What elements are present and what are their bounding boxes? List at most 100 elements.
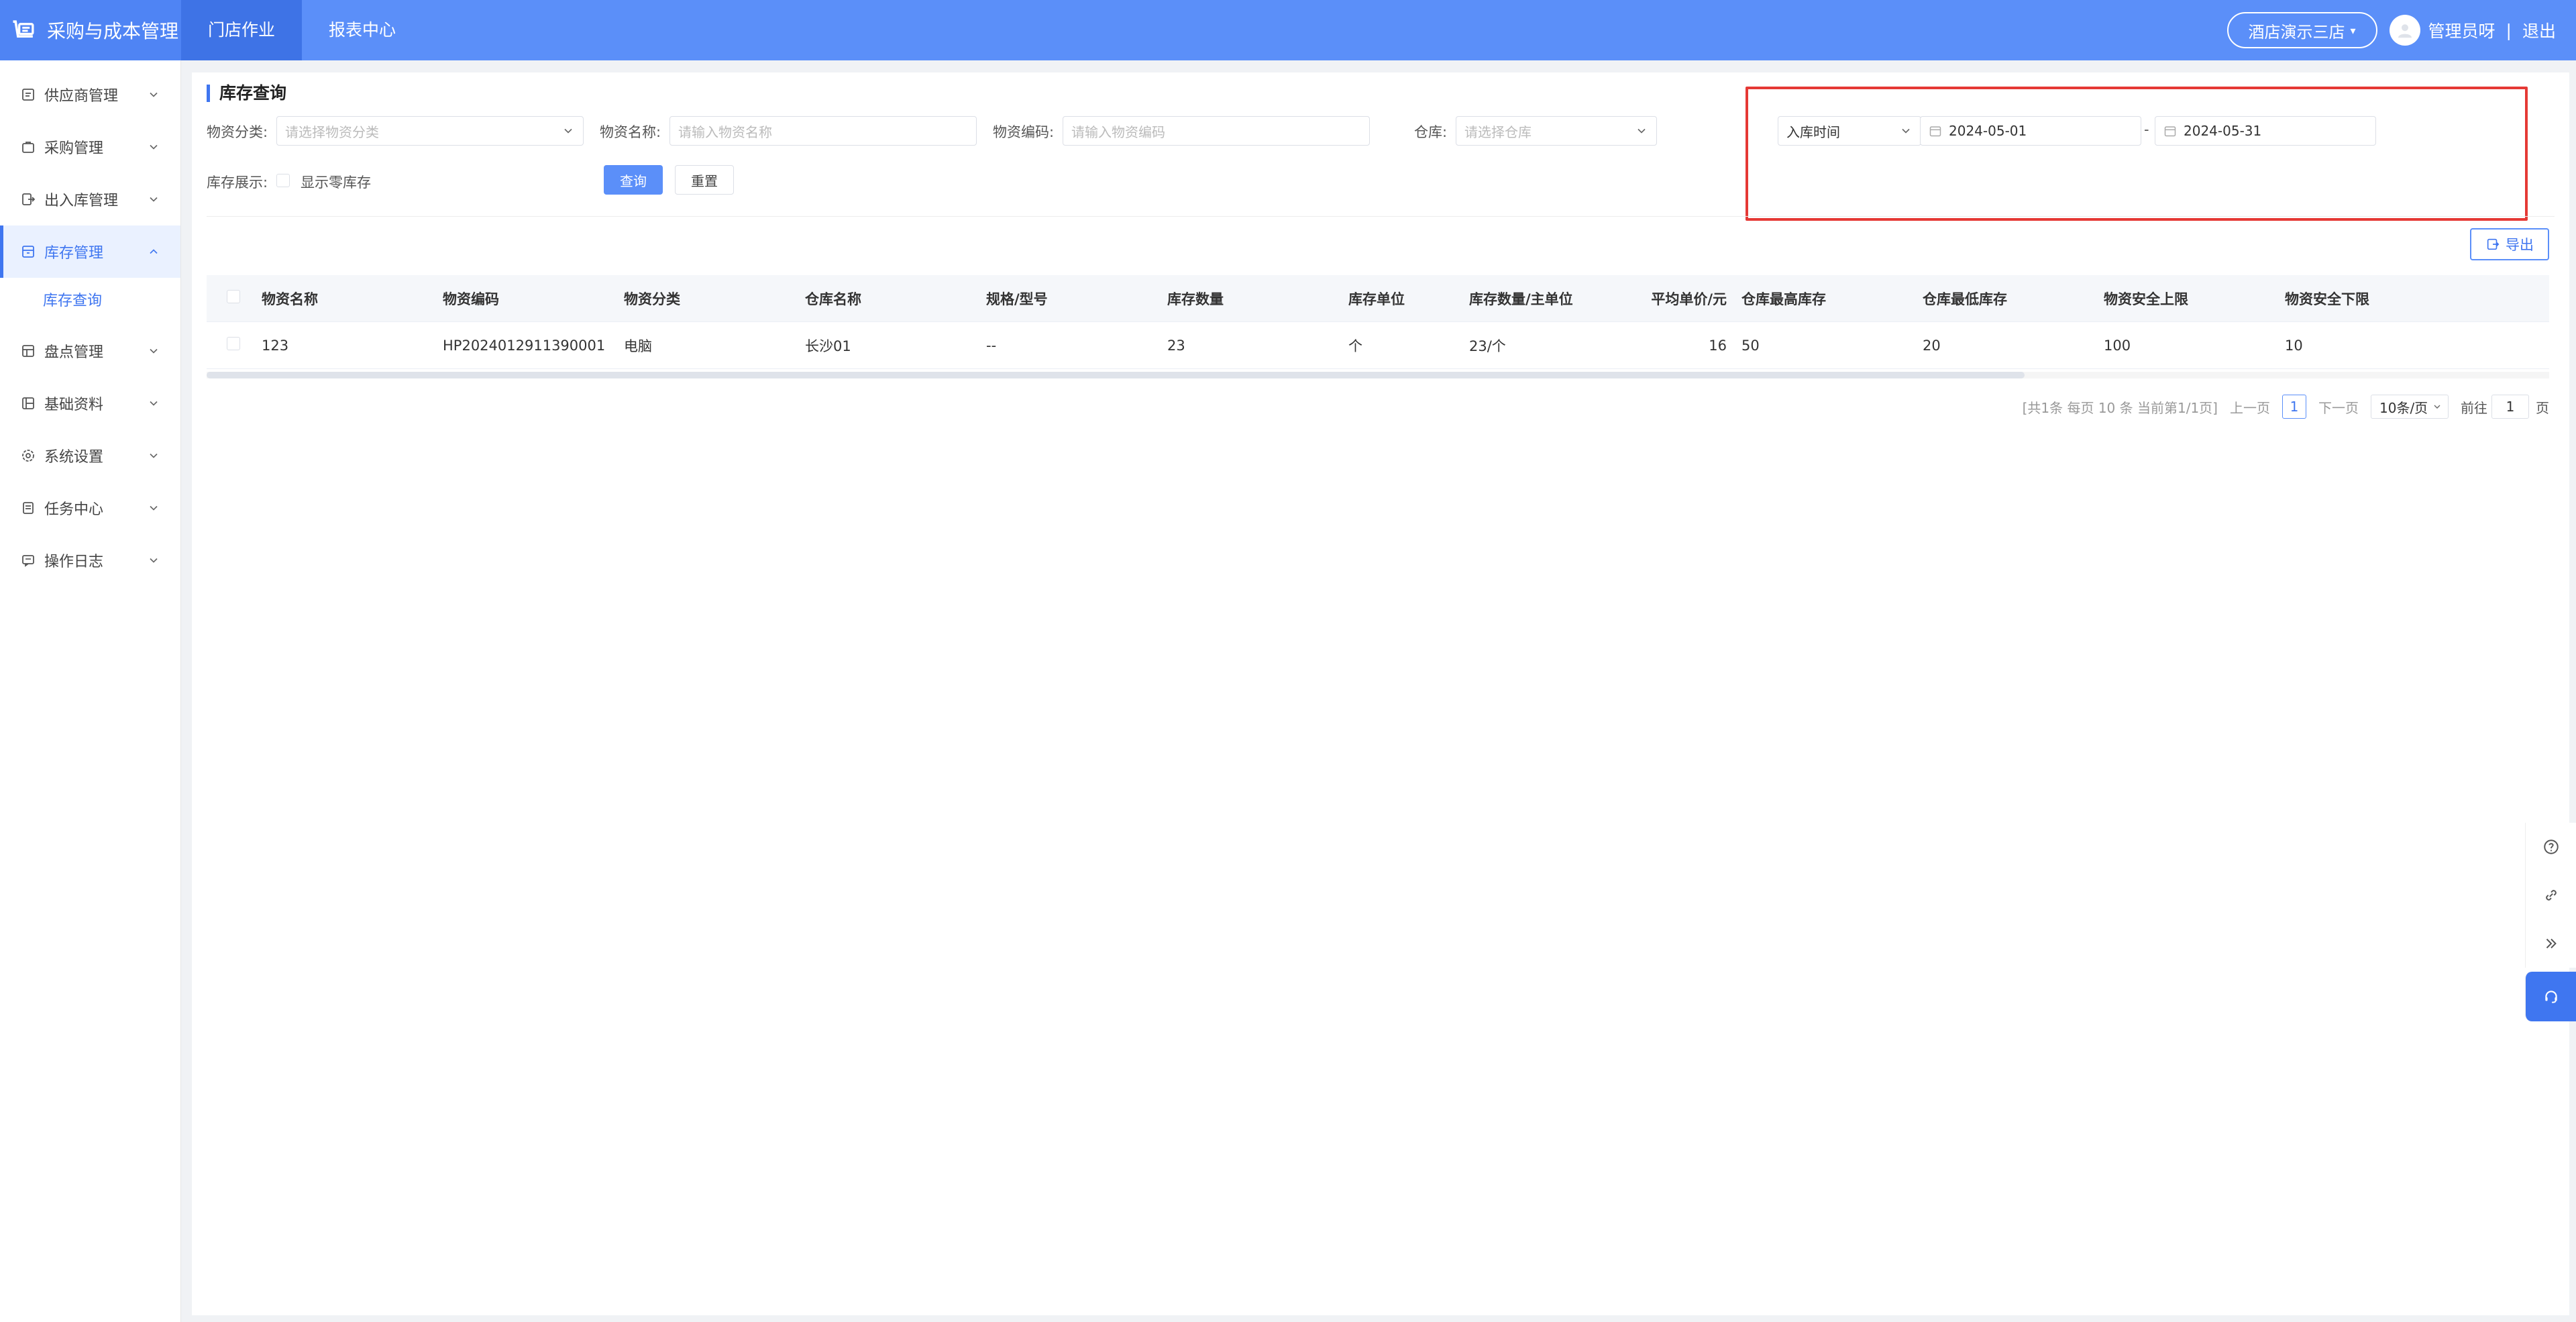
page-size-select[interactable]: 10条/页 bbox=[2371, 395, 2449, 419]
col-header[interactable]: 平均单价/元 bbox=[1625, 289, 1736, 309]
sidebar-item-settings[interactable]: 系统设置 bbox=[0, 429, 180, 482]
settings-icon bbox=[22, 450, 34, 462]
chevron-down-icon bbox=[150, 558, 158, 563]
nav-store-ops[interactable]: 门店作业 bbox=[181, 0, 303, 60]
zero-stock-checkbox[interactable] bbox=[276, 174, 290, 187]
sidebar-item-task[interactable]: 任务中心 bbox=[0, 482, 180, 534]
log-icon bbox=[22, 555, 34, 567]
table-row[interactable]: 123 HP2024012911390001 电脑 长沙01 -- 23 个 2… bbox=[207, 322, 2549, 369]
row-checkbox[interactable] bbox=[227, 337, 240, 350]
reset-button[interactable]: 重置 bbox=[675, 165, 734, 195]
col-header[interactable]: 仓库最低库存 bbox=[1917, 289, 2098, 309]
sidebar-item-label: 盘点管理 bbox=[44, 344, 104, 361]
sidebar-item-inout[interactable]: 出入库管理 bbox=[0, 173, 180, 225]
chevron-down-icon bbox=[150, 348, 158, 354]
sidebar-item-label: 出入库管理 bbox=[44, 193, 119, 209]
next-page-button[interactable]: 下一页 bbox=[2318, 397, 2359, 417]
chevron-down-icon bbox=[2434, 405, 2440, 409]
sidebar-item-log[interactable]: 操作日志 bbox=[0, 534, 180, 587]
chevron-down-icon bbox=[150, 505, 158, 511]
col-header[interactable]: 库存数量 bbox=[1162, 289, 1343, 309]
sidebar-item-purchase[interactable]: 采购管理 bbox=[0, 121, 180, 173]
table-cell: 23 bbox=[1167, 337, 1185, 354]
query-button[interactable]: 查询 bbox=[604, 165, 663, 195]
sidebar-item-label: 操作日志 bbox=[44, 554, 104, 570]
help-button[interactable] bbox=[2525, 823, 2576, 871]
header-right: 酒店演示三店 ▾ 管理员呀 | 退出 bbox=[2226, 12, 2576, 48]
app-title: 采购与成本管理 bbox=[47, 20, 179, 42]
sidebar: 供应商管理 采购管理 出入库管理 库存管理 库存查询 盘点管理 基础资料 系统设… bbox=[0, 60, 181, 1322]
chevron-down-icon bbox=[564, 128, 572, 134]
code-input[interactable]: 请输入物资编码 bbox=[1063, 116, 1370, 146]
basedata-icon bbox=[22, 397, 34, 409]
store-name: 酒店演示三店 bbox=[2248, 22, 2345, 42]
export-button[interactable]: 导出 bbox=[2470, 228, 2549, 260]
category-label: 物资分类: bbox=[207, 124, 268, 140]
nav-reports[interactable]: 报表中心 bbox=[302, 0, 423, 60]
col-header[interactable]: 物资分类 bbox=[619, 289, 800, 309]
user-icon bbox=[2398, 24, 2412, 38]
avatar[interactable] bbox=[2389, 15, 2420, 46]
col-header[interactable]: 仓库名称 bbox=[800, 289, 981, 309]
warehouse-select[interactable]: 请选择仓库 bbox=[1456, 116, 1657, 146]
sidebar-item-label: 供应商管理 bbox=[44, 88, 119, 105]
sidebar-subitem-inventory-query[interactable]: 库存查询 bbox=[0, 278, 180, 325]
table-cell: 10 bbox=[2285, 337, 2303, 354]
col-header[interactable]: 物资安全上限 bbox=[2098, 289, 2279, 309]
sidebar-item-label: 任务中心 bbox=[44, 501, 104, 518]
sidebar-item-basedata[interactable]: 基础资料 bbox=[0, 377, 180, 429]
col-header[interactable]: 物资安全下限 bbox=[2279, 289, 2461, 309]
sidebar-item-supplier[interactable]: 供应商管理 bbox=[0, 68, 180, 121]
sidebar-item-stocktake[interactable]: 盘点管理 bbox=[0, 325, 180, 377]
inout-icon bbox=[22, 193, 36, 205]
table-cell: 123 bbox=[262, 337, 289, 354]
col-header[interactable]: 仓库最高库存 bbox=[1736, 289, 1917, 309]
category-select[interactable]: 请选择物资分类 bbox=[276, 116, 584, 146]
name-input[interactable]: 请输入物资名称 bbox=[669, 116, 977, 146]
caret-down-icon: ▾ bbox=[2350, 23, 2356, 37]
table-cell: -- bbox=[986, 337, 997, 354]
prev-page-button[interactable]: 上一页 bbox=[2230, 397, 2270, 417]
warehouse-label: 仓库: bbox=[1414, 124, 1448, 140]
col-header[interactable]: 库存单位 bbox=[1343, 289, 1464, 309]
col-header[interactable]: 物资编码 bbox=[437, 289, 619, 309]
goto-page-input[interactable]: 1 bbox=[2491, 395, 2529, 419]
customer-service-button[interactable] bbox=[2525, 972, 2576, 1021]
goto-label-text: 前往 bbox=[2461, 399, 2487, 416]
warehouse-placeholder: 请选择仓库 bbox=[1464, 123, 1532, 140]
page-number-current[interactable]: 1 bbox=[2282, 395, 2306, 419]
inventory-table: 物资名称 物资编码 物资分类 仓库名称 规格/型号 库存数量 库存单位 库存数量… bbox=[207, 275, 2549, 369]
brand[interactable]: 采购与成本管理 bbox=[0, 0, 181, 60]
col-header[interactable]: 库存数量/主单位 bbox=[1464, 289, 1625, 309]
name-placeholder: 请输入物资名称 bbox=[678, 123, 772, 140]
sidebar-item-label: 采购管理 bbox=[44, 140, 104, 157]
sidebar-item-inventory[interactable]: 库存管理 bbox=[0, 225, 180, 278]
export-icon bbox=[2487, 238, 2500, 250]
sidebar-item-label: 基础资料 bbox=[44, 397, 104, 413]
task-icon bbox=[23, 502, 34, 514]
name-label: 物资名称: bbox=[600, 124, 661, 140]
table-cell: 电脑 bbox=[624, 338, 652, 354]
table-cell: 100 bbox=[2104, 337, 2131, 354]
col-header[interactable]: 规格/型号 bbox=[981, 289, 1162, 309]
main-panel: 库存查询 物资分类: 请选择物资分类 物资名称: 请输入物资名称 物资编码: 请… bbox=[192, 72, 2569, 1315]
horizontal-scrollbar[interactable] bbox=[207, 372, 2549, 378]
category-placeholder: 请选择物资分类 bbox=[285, 123, 379, 140]
table-cell: 23/个 bbox=[1469, 338, 1506, 354]
header-separator: | bbox=[2506, 20, 2512, 40]
scrollbar-thumb[interactable] bbox=[207, 372, 2025, 378]
table-cell: 长沙01 bbox=[805, 338, 851, 354]
collapse-button[interactable] bbox=[2525, 919, 2576, 968]
col-header[interactable]: 物资名称 bbox=[256, 289, 437, 309]
supplier-icon bbox=[22, 89, 34, 101]
link-button[interactable] bbox=[2525, 871, 2576, 919]
inventory-icon bbox=[22, 246, 34, 258]
logout-link[interactable]: 退出 bbox=[2522, 18, 2556, 42]
highlight-box bbox=[1746, 87, 2528, 221]
store-switcher[interactable]: 酒店演示三店 ▾ bbox=[2226, 12, 2377, 48]
pagination-summary: [共1条 每页 10 条 当前第1/1页] bbox=[2022, 399, 2218, 416]
select-all-checkbox[interactable] bbox=[227, 290, 240, 303]
zero-stock-label[interactable]: 显示零库存 bbox=[301, 172, 371, 192]
top-bar: 采购与成本管理 门店作业 报表中心 酒店演示三店 ▾ 管理员呀 | 退出 bbox=[0, 0, 2576, 60]
user-name[interactable]: 管理员呀 bbox=[2428, 18, 2496, 42]
